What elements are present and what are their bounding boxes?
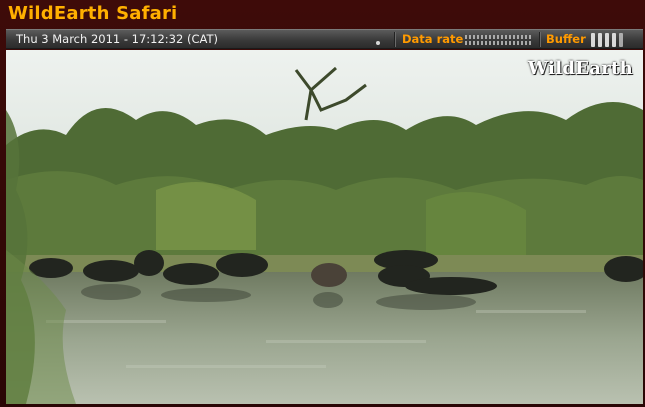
app-title: WildEarth Safari [8,3,178,24]
divider [539,32,540,47]
stream-datetime: Thu 3 March 2011 - 17:12:32 (CAT) [16,32,218,46]
wildearth-watermark-logo: WildEarth [527,58,633,79]
app-frame: WildEarth Safari Thu 3 March 2011 - 17:1… [0,0,645,407]
video-frame-image [6,50,643,404]
info-bar: Thu 3 March 2011 - 17:12:32 (CAT) Data r… [6,29,643,49]
buffer-label: Buffer [546,32,586,46]
video-player[interactable]: WildEarth [6,50,643,404]
divider [394,32,395,47]
data-rate-meter-icon [465,35,533,45]
status-dot-icon [376,41,380,45]
data-rate-label: Data rate [402,32,464,46]
